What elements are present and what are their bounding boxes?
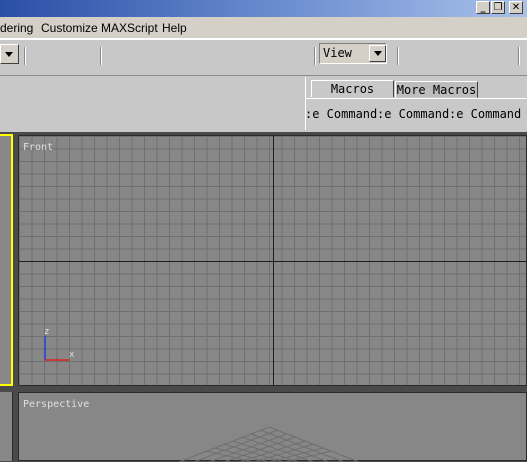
left-viewport-active[interactable] — [0, 134, 13, 386]
perspective-viewport[interactable]: Perspective — [18, 392, 527, 462]
command-tabs-area: Macros More Macros — [305, 77, 527, 130]
menu-help[interactable]: Help — [162, 21, 187, 35]
menu-bar: dering Customize MAXScript Help — [0, 17, 527, 39]
tab-divider — [306, 98, 527, 99]
tab-macros[interactable]: Macros — [311, 80, 394, 97]
restore-button[interactable]: ❐ — [491, 1, 505, 14]
chevron-down-icon — [5, 52, 13, 57]
main-toolbar — [0, 39, 527, 76]
tab-more-macros[interactable]: More Macros — [395, 81, 478, 98]
front-viewport[interactable]: Front z x — [18, 135, 527, 386]
view-combo-dropdown-button[interactable] — [369, 45, 386, 62]
perspective-grid-icon — [178, 426, 360, 462]
toolbar-separator — [100, 47, 101, 65]
toolbar-separator — [314, 47, 315, 65]
window-title-bar: _ ❐ ✕ — [0, 0, 527, 17]
toolbar-separator — [24, 47, 25, 65]
viewport-label-perspective[interactable]: Perspective — [23, 399, 89, 410]
view-combo-value: View — [323, 46, 352, 60]
menu-maxscript[interactable]: MAXScript — [101, 21, 158, 35]
axis-x-label: x — [69, 350, 75, 360]
toolbar-separator — [397, 47, 398, 65]
chevron-down-icon — [374, 51, 382, 56]
minimize-button[interactable]: _ — [476, 1, 490, 14]
close-button[interactable]: ✕ — [509, 1, 523, 14]
axis-z-label: z — [44, 327, 50, 337]
menu-rendering[interactable]: dering — [0, 21, 33, 35]
viewport-label-front[interactable]: Front — [23, 142, 53, 153]
macro-command-button[interactable]: :e Command — [449, 107, 521, 121]
left-bottom-viewport[interactable] — [0, 392, 13, 461]
left-combo-dropdown-button[interactable] — [0, 44, 19, 64]
menu-customize[interactable]: Customize — [41, 21, 98, 35]
macro-command-button[interactable]: :e Command — [305, 107, 377, 121]
reference-coordinate-combo[interactable]: View — [319, 43, 387, 64]
grid-axis-horizontal — [19, 261, 526, 262]
macro-command-button[interactable]: :e Command — [377, 107, 449, 121]
toolbar-separator — [518, 47, 519, 65]
